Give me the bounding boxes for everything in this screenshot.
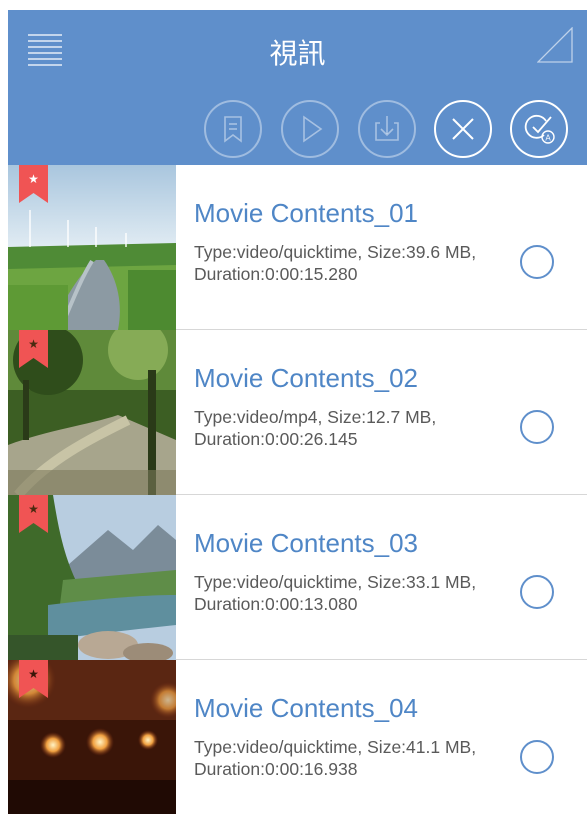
cancel-selection-button[interactable]	[434, 100, 492, 158]
corner-triangle-icon[interactable]	[536, 26, 573, 63]
list-item[interactable]: ★ Movie Contents_04 Type:video/quicktime…	[8, 660, 587, 814]
svg-text:★: ★	[28, 667, 39, 681]
video-list: ★ Movie Contents_01 Type:video/quicktime…	[8, 165, 587, 814]
play-button[interactable]	[281, 100, 339, 158]
video-thumbnail: ★	[8, 660, 176, 814]
bookmark-button[interactable]	[204, 100, 262, 158]
app-screen: 視訊 A ★ Movie Contents_01 Type:video/quic…	[8, 10, 587, 814]
video-details: Type:video/quicktime, Size:41.1 MB, Dura…	[194, 737, 477, 779]
select-radio[interactable]	[520, 410, 554, 444]
video-title: Movie Contents_04	[194, 693, 419, 723]
bookmark-icon	[224, 116, 242, 143]
video-details: Type:video/quicktime, Size:39.6 MB, Dura…	[194, 242, 477, 284]
favorite-ribbon-icon: ★	[19, 660, 48, 698]
video-title: Movie Contents_03	[194, 528, 419, 558]
select-all-icon: A	[524, 114, 555, 144]
video-thumbnail: ★	[8, 495, 176, 660]
favorite-ribbon-icon: ★	[19, 330, 48, 368]
video-details: Type:video/mp4, Size:12.7 MB, Duration:0…	[194, 407, 437, 449]
svg-text:★: ★	[28, 172, 39, 186]
list-item[interactable]: ★ Movie Contents_02 Type:video/mp4, Size…	[8, 330, 587, 495]
favorite-ribbon-icon: ★	[19, 495, 48, 533]
select-radio[interactable]	[520, 575, 554, 609]
favorite-ribbon-icon: ★	[19, 165, 48, 203]
header-bar: 視訊 A	[8, 10, 587, 165]
video-details: Type:video/quicktime, Size:33.1 MB, Dura…	[194, 572, 477, 614]
play-icon	[303, 115, 323, 143]
video-thumbnail: ★	[8, 165, 176, 330]
select-radio[interactable]	[520, 740, 554, 774]
svg-text:A: A	[545, 134, 551, 143]
video-title: Movie Contents_01	[194, 198, 419, 228]
action-toolbar: A	[8, 100, 587, 162]
video-thumbnail: ★	[8, 330, 176, 495]
select-all-button[interactable]: A	[510, 100, 568, 158]
list-item[interactable]: ★ Movie Contents_01 Type:video/quicktime…	[8, 165, 587, 330]
svg-text:★: ★	[28, 337, 39, 351]
close-icon	[452, 118, 474, 140]
download-icon	[375, 116, 399, 141]
video-title: Movie Contents_02	[194, 363, 419, 393]
svg-text:★: ★	[28, 502, 39, 516]
page-title: 視訊	[269, 37, 326, 70]
select-radio[interactable]	[520, 245, 554, 279]
download-button[interactable]	[358, 100, 416, 158]
list-item[interactable]: ★ Movie Contents_03 Type:video/quicktime…	[8, 495, 587, 660]
